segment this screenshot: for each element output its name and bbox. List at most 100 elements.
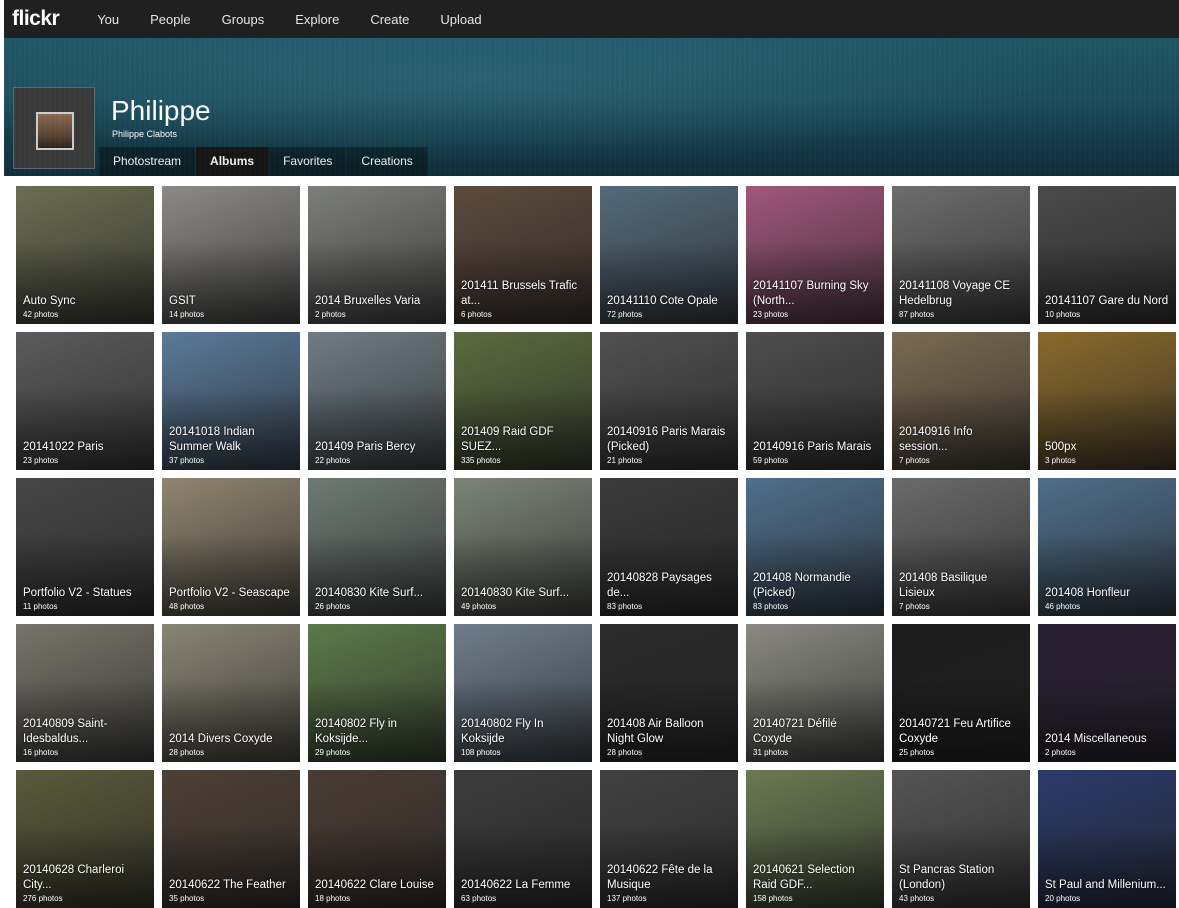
album-photo-count: 83 photos <box>607 602 643 611</box>
album-title: 201408 Air Balloon Night Glow <box>607 718 704 745</box>
album-photo-count: 87 photos <box>899 310 935 319</box>
album-tile[interactable]: 201409 Paris Bercy 22 photos <box>308 332 446 470</box>
album-tile[interactable]: 20140916 Paris Marais (Picked) 21 photos <box>600 332 738 470</box>
album-tile[interactable]: 20140622 Fête de la Musique 137 photos <box>600 770 738 908</box>
album-info: 2014 Miscellaneous 2 photos <box>1045 732 1170 757</box>
album-info: 201411 Brussels Trafic at... 6 photos <box>461 279 586 319</box>
album-tile[interactable]: 20140622 The Feather 35 photos <box>162 770 300 908</box>
album-info: 20140628 Charleroi City... 276 photos <box>23 863 148 903</box>
album-photo-count: 108 photos <box>461 748 501 757</box>
album-photo-count: 43 photos <box>899 894 935 903</box>
album-tile[interactable]: Portfolio V2 - Seascape 48 photos <box>162 478 300 616</box>
album-title: 20141107 Gare du Nord <box>1045 295 1169 307</box>
album-tile[interactable]: 20140802 Fly in Koksijde... 29 photos <box>308 624 446 762</box>
album-info: 20140622 Clare Louise 18 photos <box>315 878 440 903</box>
album-title: 201408 Basilique Lisieux <box>899 572 988 599</box>
album-tile[interactable]: 201408 Air Balloon Night Glow 28 photos <box>600 624 738 762</box>
album-tile[interactable]: 20140830 Kite Surf... 26 photos <box>308 478 446 616</box>
album-tile[interactable]: Auto Sync 42 photos <box>16 186 154 324</box>
album-title: Portfolio V2 - Seascape <box>169 587 290 599</box>
album-tile[interactable]: 20140628 Charleroi City... 276 photos <box>16 770 154 908</box>
album-tile[interactable]: 2014 Miscellaneous 2 photos <box>1038 624 1176 762</box>
album-info: 201408 Air Balloon Night Glow 28 photos <box>607 717 732 757</box>
album-tile[interactable]: 20140721 Feu Artifice Coxyde 25 photos <box>892 624 1030 762</box>
album-photo-count: 7 photos <box>899 456 930 465</box>
album-photo-count: 59 photos <box>753 456 789 465</box>
album-tile[interactable]: 201409 Raid GDF SUEZ... 335 photos <box>454 332 592 470</box>
album-tile[interactable]: 20141107 Gare du Nord 10 photos <box>1038 186 1176 324</box>
album-title: 20140621 Selection Raid GDF... <box>753 864 855 891</box>
tab-creations[interactable]: Creations <box>347 147 428 176</box>
album-tile[interactable]: 20141018 Indian Summer Walk 37 photos <box>162 332 300 470</box>
album-tile[interactable]: 2014 Divers Coxyde 28 photos <box>162 624 300 762</box>
album-title: 20140622 Clare Louise <box>315 879 434 891</box>
profile-name: Philippe <box>111 95 211 126</box>
top-navigation-bar: flickr You People Groups Explore Create … <box>4 0 1179 38</box>
tab-photostream[interactable]: Photostream <box>99 147 197 176</box>
album-info: 20140828 Paysages de... 83 photos <box>607 571 732 611</box>
nav-create[interactable]: Create <box>370 12 409 27</box>
album-tile[interactable]: Portfolio V2 - Statues 11 photos <box>16 478 154 616</box>
album-tile[interactable]: 20140809 Saint-Idesbaldus... 16 photos <box>16 624 154 762</box>
album-info: 20140802 Fly In Koksijde 108 photos <box>461 717 586 757</box>
album-title: GSIT <box>169 295 196 307</box>
album-tile[interactable]: 20140830 Kite Surf... 49 photos <box>454 478 592 616</box>
avatar[interactable] <box>13 87 95 169</box>
nav-groups[interactable]: Groups <box>222 12 265 27</box>
album-title: 500px <box>1045 441 1077 453</box>
album-tile[interactable]: 20140916 Paris Marais 59 photos <box>746 332 884 470</box>
album-title: 20140916 Info session... <box>899 426 973 453</box>
album-photo-count: 2 photos <box>1045 748 1076 757</box>
album-tile[interactable]: 20141022 Paris 23 photos <box>16 332 154 470</box>
album-tile[interactable]: 20141110 Cote Opale 72 photos <box>600 186 738 324</box>
album-tile[interactable]: 20140622 Clare Louise 18 photos <box>308 770 446 908</box>
album-tile[interactable]: 20140828 Paysages de... 83 photos <box>600 478 738 616</box>
tab-albums[interactable]: Albums <box>196 147 270 176</box>
album-title: 20140916 Paris Marais <box>753 441 872 453</box>
album-title: 201409 Raid GDF SUEZ... <box>461 426 554 453</box>
album-info: 2014 Divers Coxyde 28 photos <box>169 732 294 757</box>
album-photo-count: 37 photos <box>169 456 205 465</box>
album-tile[interactable]: 201408 Honfleur 46 photos <box>1038 478 1176 616</box>
album-info: Auto Sync 42 photos <box>23 294 148 319</box>
album-info: GSIT 14 photos <box>169 294 294 319</box>
album-tile[interactable]: 20140622 La Femme 63 photos <box>454 770 592 908</box>
album-info: 500px 3 photos <box>1045 440 1170 465</box>
album-tile[interactable]: St Pancras Station (London) 43 photos <box>892 770 1030 908</box>
album-title: 201411 Brussels Trafic at... <box>461 280 578 307</box>
album-photo-count: 25 photos <box>899 748 935 757</box>
album-tile[interactable]: 20140721 Défilé Coxyde 31 photos <box>746 624 884 762</box>
album-tile[interactable]: 20140802 Fly In Koksijde 108 photos <box>454 624 592 762</box>
album-photo-count: 23 photos <box>23 456 59 465</box>
nav-explore[interactable]: Explore <box>295 12 339 27</box>
album-tile[interactable]: 201411 Brussels Trafic at... 6 photos <box>454 186 592 324</box>
flickr-logo[interactable]: flickr <box>12 7 60 31</box>
album-tile[interactable]: 201408 Basilique Lisieux 7 photos <box>892 478 1030 616</box>
album-tile[interactable]: 20140916 Info session... 7 photos <box>892 332 1030 470</box>
album-photo-count: 20 photos <box>1045 894 1081 903</box>
album-tile[interactable]: 20141108 Voyage CE Hedelbrug 87 photos <box>892 186 1030 324</box>
album-title: 2014 Miscellaneous <box>1045 733 1147 745</box>
album-info: 20140621 Selection Raid GDF... 158 photos <box>753 863 878 903</box>
album-photo-count: 6 photos <box>461 310 492 319</box>
tab-favorites[interactable]: Favorites <box>269 147 348 176</box>
album-tile[interactable]: St Paul and Millenium... 20 photos <box>1038 770 1176 908</box>
album-tile[interactable]: 500px 3 photos <box>1038 332 1176 470</box>
album-tile[interactable]: 201408 Normandie (Picked) 83 photos <box>746 478 884 616</box>
album-title: 20140802 Fly In Koksijde <box>461 718 544 745</box>
nav-upload[interactable]: Upload <box>440 12 481 27</box>
album-tile[interactable]: GSIT 14 photos <box>162 186 300 324</box>
album-tile[interactable]: 20141107 Burning Sky (North... 23 photos <box>746 186 884 324</box>
nav-you[interactable]: You <box>97 12 119 27</box>
album-info: 201408 Basilique Lisieux 7 photos <box>899 571 1024 611</box>
album-photo-count: 29 photos <box>315 748 351 757</box>
album-title: 20140721 Défilé Coxyde <box>753 718 837 745</box>
album-info: 20141107 Gare du Nord 10 photos <box>1045 294 1170 319</box>
album-title: 20140802 Fly in Koksijde... <box>315 718 397 745</box>
album-tile[interactable]: 20140621 Selection Raid GDF... 158 photos <box>746 770 884 908</box>
album-tile[interactable]: 2014 Bruxelles Varia 2 photos <box>308 186 446 324</box>
album-info: 2014 Bruxelles Varia 2 photos <box>315 294 440 319</box>
album-photo-count: 35 photos <box>169 894 205 903</box>
nav-people[interactable]: People <box>150 12 190 27</box>
album-title: 20141108 Voyage CE Hedelbrug <box>899 280 1011 307</box>
